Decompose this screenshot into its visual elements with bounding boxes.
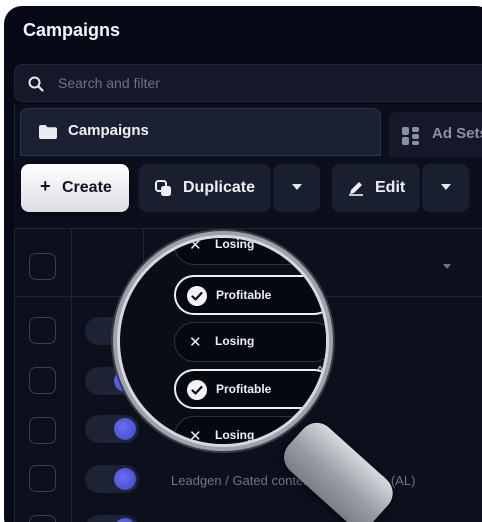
status-label: Losing [215, 334, 255, 348]
status-pill[interactable]: Profitable [174, 275, 326, 315]
close-icon: ✕ [189, 428, 202, 444]
toggle-knob [114, 518, 136, 522]
close-icon: ✕ [189, 238, 202, 254]
row-checkbox[interactable] [29, 367, 56, 394]
select-all-checkbox[interactable] [29, 253, 56, 280]
row-checkbox[interactable] [29, 465, 56, 492]
row-checkbox[interactable] [29, 417, 56, 444]
duplicate-dropdown-button[interactable] [273, 164, 320, 212]
search-placeholder: Search and filter [58, 75, 160, 91]
search-input[interactable]: Search and filter [14, 64, 482, 102]
status-pill[interactable]: Profitable [174, 369, 326, 409]
row-toggle[interactable] [85, 465, 139, 493]
edit-dropdown-button[interactable] [422, 164, 469, 212]
folder-icon [38, 124, 58, 145]
page-title: Campaigns [23, 20, 121, 40]
status-label: Losing [215, 428, 255, 442]
row-checkbox[interactable] [29, 515, 56, 522]
duplicate-button[interactable]: Duplicate [139, 164, 271, 212]
create-button[interactable]: + Create [21, 164, 129, 212]
row-toggle[interactable] [85, 515, 139, 522]
tab-label: Campaigns [68, 122, 149, 139]
check-icon [187, 286, 207, 306]
status-label: Profitable [216, 382, 272, 396]
duplicate-label: Duplicate [183, 179, 256, 196]
status-pill[interactable]: ✕ Losing [174, 238, 326, 265]
status-pill[interactable]: ✕ Losing [174, 322, 326, 362]
row-toggle[interactable] [85, 415, 139, 443]
tab-campaigns[interactable]: Campaigns [20, 108, 381, 156]
duplicate-icon [155, 180, 172, 202]
campaign-name[interactable]: Leadgen / Gated content [171, 473, 314, 488]
pencil-icon [348, 180, 364, 201]
chevron-down-icon [441, 184, 451, 190]
chevron-down-icon[interactable] [443, 264, 451, 269]
toggle-knob [114, 468, 136, 490]
create-label: Create [62, 179, 112, 196]
row-checkbox[interactable] [29, 317, 56, 344]
tab-label: Ad Sets [432, 125, 482, 142]
edit-button[interactable]: Edit [332, 164, 420, 212]
plus-icon: + [40, 176, 51, 196]
edit-label: Edit [375, 179, 406, 196]
chevron-down-icon [292, 184, 302, 190]
status-label: Profitable [216, 288, 272, 302]
status-label: Losing [215, 238, 255, 251]
tab-ad-sets[interactable]: Ad Sets [389, 112, 482, 158]
column-divider [71, 229, 72, 522]
search-icon [28, 76, 44, 97]
ad-sets-icon [401, 126, 421, 151]
status-pill[interactable]: ✕ Losing [174, 416, 326, 444]
check-icon [187, 380, 207, 400]
magnifier-lens: _2025_US_Broad_... Asia-8 v1 (AL) -7 v1 … [120, 238, 326, 444]
toggle-knob [114, 418, 136, 440]
close-icon: ✕ [189, 334, 202, 351]
